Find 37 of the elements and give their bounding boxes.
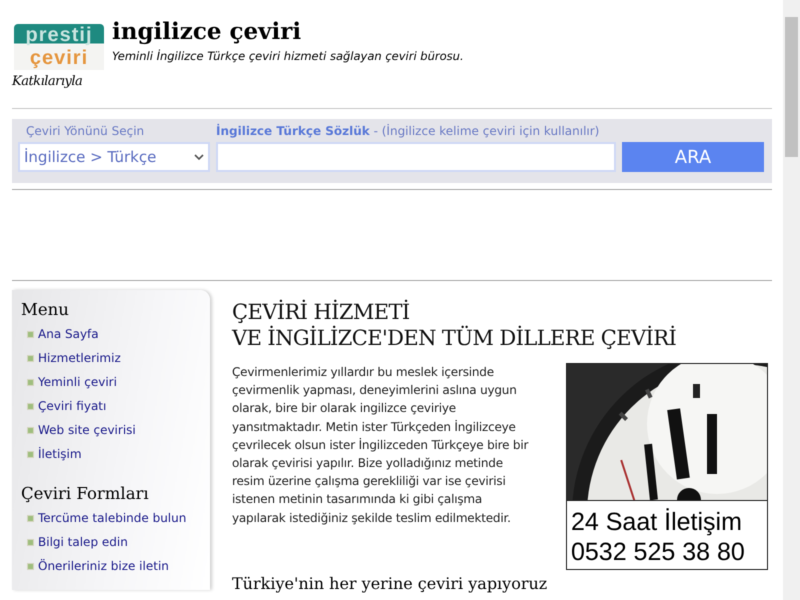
bullet-icon	[27, 562, 34, 570]
direction-dropdown[interactable]: İngilizce > Türkçe	[18, 142, 210, 172]
caret-icon	[194, 154, 204, 160]
article-heading: VE İNGİLİZCE'DEN TÜM DİLLERE ÇEVİRİ	[232, 325, 678, 351]
sidebar-heading: Menu	[21, 299, 70, 321]
sidebar-link[interactable]: Ana Sayfa	[38, 327, 99, 341]
sidebar-link[interactable]: Hizmetlerimiz	[38, 351, 121, 365]
bullet-icon	[27, 402, 34, 410]
bullet-icon	[27, 514, 34, 522]
search-field[interactable]	[216, 142, 616, 172]
sidebar-link[interactable]: İletişim	[38, 447, 82, 461]
article-subheading: Türkiye'nin her yerine çeviri yapıyoruz	[232, 574, 548, 594]
bullet-icon	[27, 354, 34, 362]
logo: prestij çeviri	[14, 24, 104, 70]
sidebar-link[interactable]: Bilgi talep edin	[38, 535, 128, 549]
site-subtitle: Yeminli İngilizce Türkçe çeviri hizmeti sağlayan çeviri bürosu.	[112, 49, 464, 63]
sidebar-link[interactable]: Yeminli çeviri	[38, 375, 117, 389]
bullet-icon	[27, 426, 34, 434]
logo-tagline: Katkılarıyla	[12, 74, 84, 89]
sidebar-link[interactable]: Web site çevirisi	[38, 423, 136, 437]
article-paragraph: Çevirmenlerimiz yıllardır bu meslek içersinde çevirmenlik yapması, deneyimlerini aslına uygun olarak, bire bir olarak ingilizce çeviriye yansıtmaktadır. Metin ister Türkçeden İngilizceye çevrilecek olsun ister İngilizceden Türkçeye bire bir olarak çevirisi yapılır. Bize yolladığınız metinde resim üzerine çalışma gerekliliği var ise çevirisi istenen metinin tasarımında ki gibi çalışma yapılarak istediğiniz şekilde teslim edilmektedir.	[232, 364, 530, 527]
sidebar-heading: Çeviri Formları	[21, 483, 150, 505]
scrollbar[interactable]	[783, 0, 800, 600]
bullet-icon	[27, 538, 34, 546]
banner-text: 24 Saat İletişim	[571, 507, 743, 537]
search-button[interactable]: ARA	[622, 142, 764, 172]
banner-text: 0532 525 38 80	[571, 537, 746, 567]
sidebar-link[interactable]: Önerileriniz bize iletin	[38, 559, 169, 573]
dictionary-hint: - (İngilizce kelime çeviri için kullanılır)	[372, 124, 600, 138]
direction-label: Çeviri Yönünü Seçin	[25, 123, 146, 140]
article-heading: ÇEVİRİ HİZMETİ	[232, 299, 411, 325]
bullet-icon	[27, 378, 34, 386]
bullet-icon	[27, 450, 34, 458]
sidebar-link[interactable]: Çeviri fiyatı	[38, 399, 106, 413]
site-title: ingilizce çeviri	[112, 18, 302, 46]
sidebar-link[interactable]: Tercüme talebinde bulun	[38, 511, 186, 525]
bullet-icon	[27, 330, 34, 338]
